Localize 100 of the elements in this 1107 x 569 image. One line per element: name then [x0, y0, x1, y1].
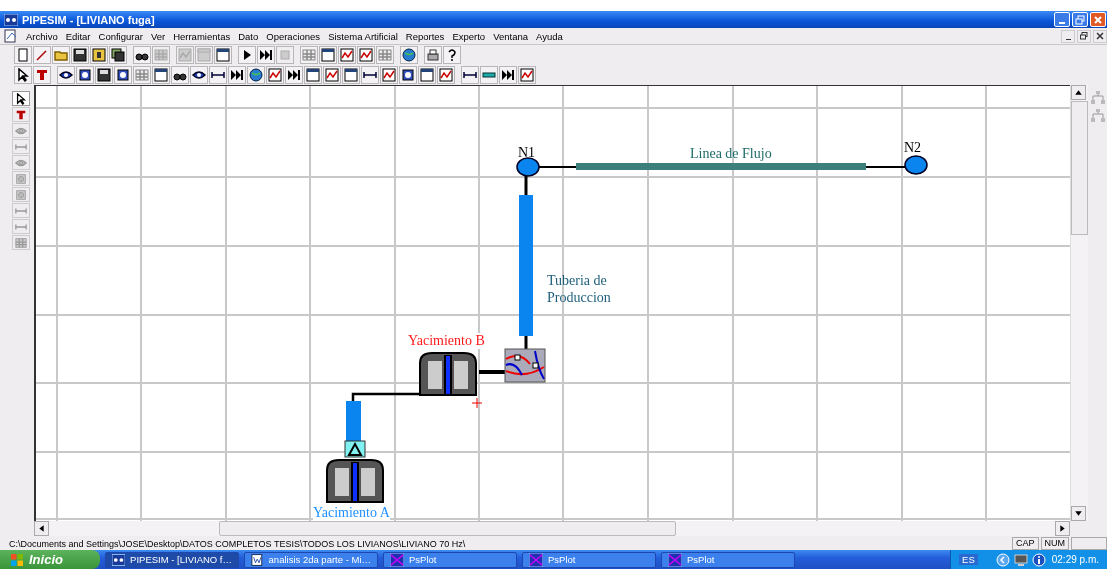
- junction-icon[interactable]: [504, 348, 546, 383]
- toolbar-button[interactable]: [90, 46, 108, 64]
- toolbar-button[interactable]: [214, 46, 232, 64]
- globe-icon: [402, 48, 416, 62]
- info-icon[interactable]: [1031, 552, 1046, 567]
- palette-button[interactable]: [12, 91, 30, 106]
- horizontal-scrollbar[interactable]: [34, 521, 1070, 536]
- tool-icon: [15, 188, 27, 201]
- toolbar-button[interactable]: [361, 66, 379, 84]
- taskbar-button[interactable]: analisis 2da parte - Mi…: [244, 551, 378, 568]
- scroll-thumb[interactable]: [219, 521, 676, 536]
- menu-item[interactable]: Reportes: [401, 30, 449, 42]
- menu-item[interactable]: Archivo: [22, 30, 62, 42]
- menu-item[interactable]: Dato: [234, 30, 263, 42]
- toolbar-button[interactable]: [152, 66, 170, 84]
- toolbar-button[interactable]: [304, 66, 322, 84]
- toolbar-button[interactable]: [418, 66, 436, 84]
- toolbar-button[interactable]: [399, 66, 417, 84]
- toolbar-button[interactable]: [257, 46, 275, 64]
- menu-item[interactable]: Ventana: [489, 30, 532, 42]
- scroll-down-icon[interactable]: [1071, 506, 1086, 521]
- tool-icon: [401, 68, 415, 82]
- node-circle[interactable]: [516, 157, 540, 177]
- menu-item[interactable]: Sistema Artificial: [324, 30, 402, 42]
- status-panel: [1071, 537, 1107, 550]
- toolbar-button[interactable]: [133, 46, 151, 64]
- toolbar-button[interactable]: [443, 46, 461, 64]
- toolbar-button[interactable]: [109, 46, 127, 64]
- document-icon: [251, 552, 264, 567]
- completion-icon[interactable]: [344, 440, 366, 458]
- close-button[interactable]: [1093, 29, 1107, 43]
- reservoir-icon[interactable]: [326, 459, 384, 503]
- window-icon: [197, 48, 211, 62]
- printer-icon: [426, 48, 440, 62]
- toolbar-button[interactable]: [285, 66, 303, 84]
- menu-item[interactable]: Ayuda: [532, 30, 567, 42]
- menu-item[interactable]: Editar: [61, 30, 95, 42]
- toolbar-button[interactable]: [319, 46, 337, 64]
- toolbar-button[interactable]: [209, 66, 227, 84]
- toolbar-button[interactable]: [14, 66, 32, 84]
- toolbar-button[interactable]: [33, 66, 51, 84]
- language-indicator[interactable]: ES: [959, 554, 978, 565]
- toolbar-button[interactable]: [95, 66, 113, 84]
- toolbar-button[interactable]: [57, 66, 75, 84]
- scroll-up-icon[interactable]: [1071, 85, 1086, 100]
- clock: 02:29 p.m.: [1051, 554, 1099, 565]
- document-icon[interactable]: [4, 29, 18, 43]
- chart-icon: [340, 48, 354, 62]
- scroll-left-icon[interactable]: [34, 521, 49, 536]
- toolbar-button[interactable]: [400, 46, 418, 64]
- toolbar-button[interactable]: [424, 46, 442, 64]
- menu-item[interactable]: Configurar: [94, 30, 147, 42]
- toolbar-button[interactable]: [461, 66, 479, 84]
- connector-line: [479, 370, 505, 374]
- fast-forward-icon: [287, 68, 301, 82]
- toolbar-button[interactable]: [228, 66, 246, 84]
- node-label: N1: [518, 145, 536, 161]
- menu-item[interactable]: Operaciones: [262, 30, 325, 42]
- connector-line: [351, 392, 421, 401]
- toolbar-button[interactable]: [33, 46, 51, 64]
- reservoir-label: Yacimiento A: [313, 505, 390, 521]
- taskbar-button[interactable]: PsPlot: [383, 551, 517, 568]
- toolbar-button[interactable]: [76, 66, 94, 84]
- minimize-button[interactable]: [1061, 29, 1075, 43]
- monitor-icon[interactable]: [1013, 552, 1028, 567]
- expand-tray-icon[interactable]: [995, 552, 1010, 567]
- close-icon: [1093, 14, 1103, 25]
- vertical-scrollbar[interactable]: [1070, 85, 1088, 521]
- restore-button[interactable]: [1077, 29, 1091, 43]
- toolbar-button[interactable]: [190, 66, 208, 84]
- menu-item[interactable]: Experto: [448, 30, 490, 42]
- folder-icon: [54, 48, 68, 62]
- window-icon: [420, 68, 434, 82]
- scroll-right-icon[interactable]: [1055, 521, 1070, 536]
- menu-item[interactable]: Ver: [146, 30, 170, 42]
- toolbar-button[interactable]: [247, 66, 265, 84]
- scroll-thumb[interactable]: [1071, 101, 1088, 235]
- toolbar-button[interactable]: [499, 66, 517, 84]
- taskbar-button[interactable]: PsPlot: [661, 551, 795, 568]
- tubing-pipe[interactable]: [519, 176, 533, 351]
- chart-icon: [268, 68, 282, 82]
- plot-icon: [529, 552, 543, 567]
- toolbar-button[interactable]: [342, 66, 360, 84]
- taskbar-button[interactable]: PIPESIM - [LIVIANO f…: [105, 551, 239, 568]
- status-indicator: NUM: [1040, 537, 1069, 550]
- tool-icon: [59, 68, 73, 82]
- toolbar-button[interactable]: [114, 66, 132, 84]
- globe-icon: [249, 68, 263, 82]
- node-circle[interactable]: [904, 155, 928, 175]
- toolbar-button[interactable]: [238, 46, 256, 64]
- menu-item[interactable]: Herramientas: [169, 30, 235, 42]
- toolbar-button[interactable]: [171, 66, 189, 84]
- chart-icon: [520, 68, 534, 82]
- chart-icon: [439, 68, 453, 82]
- status-path: C:\Documents and Settings\JOSE\Desktop\DATOS COMPLETOS TESIS\TODOS LOS LIVIANOS\LIVIANO 70 Hz\: [9, 538, 467, 549]
- reservoir-icon[interactable]: [419, 352, 477, 396]
- toolbar-button[interactable]: [71, 46, 89, 64]
- flowline[interactable]: [538, 163, 906, 170]
- taskbar-button[interactable]: PsPlot: [522, 551, 656, 568]
- minimize-icon: [1059, 21, 1065, 24]
